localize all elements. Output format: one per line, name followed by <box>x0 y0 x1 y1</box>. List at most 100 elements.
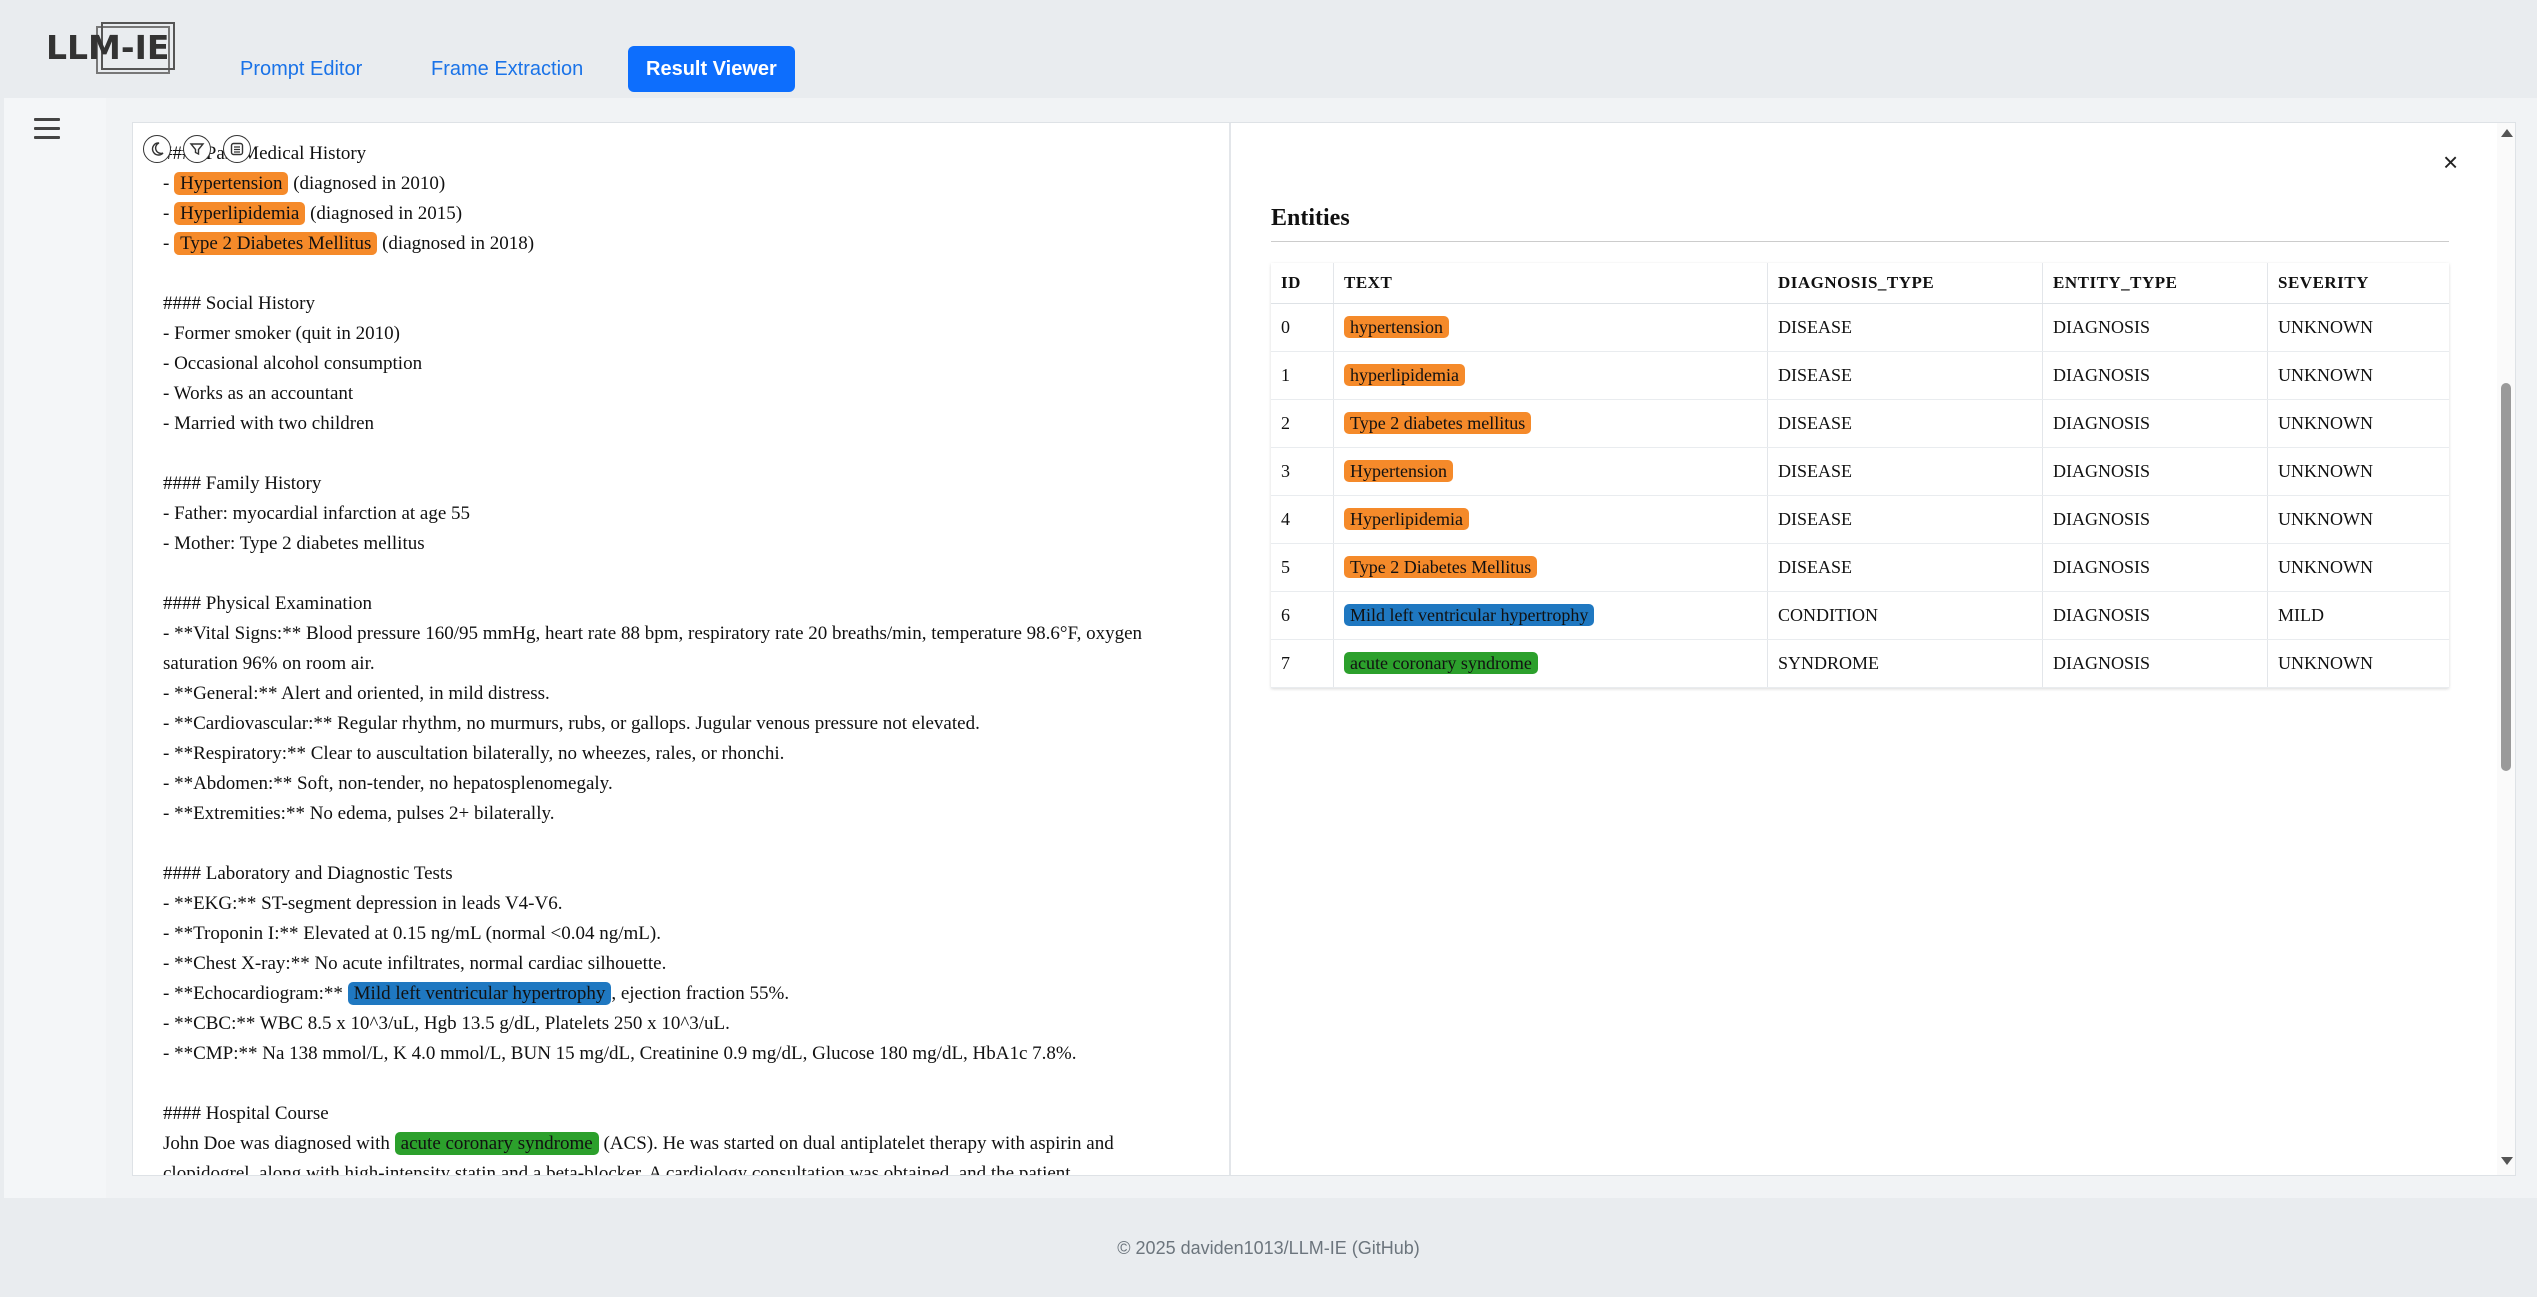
text-segment: - Occasional alcohol consumption <box>163 353 423 374</box>
close-icon[interactable]: × <box>2443 147 2458 178</box>
entity-tag[interactable]: hyperlipidemia <box>1344 364 1465 386</box>
tab-frame-extraction[interactable]: Frame Extraction <box>413 46 601 92</box>
entities-table-body: 0 hypertension DISEASE DIAGNOSIS UNKNOWN 1 hyp… <box>1271 303 2449 688</box>
cell-diagnosis-type: DISEASE <box>1767 543 2043 592</box>
column-header-severity[interactable]: SEVERITY <box>2267 263 2449 304</box>
document-line: - **Cardiovascular:** Regular rhythm, no… <box>163 709 1213 739</box>
text-segment: , ejection fraction 55%. <box>611 983 790 1004</box>
table-row[interactable]: 7 acute coronary syndrome SYNDROME DIAGNOSI… <box>1271 639 2449 688</box>
hamburger-menu-icon[interactable] <box>34 118 60 140</box>
cell-id: 4 <box>1271 495 1334 544</box>
cell-diagnosis-type: CONDITION <box>1767 591 2043 640</box>
table-row[interactable]: 2 Type 2 diabetes mellitus DISEASE DIAGNOSI… <box>1271 399 2449 448</box>
tab-prompt-editor[interactable]: Prompt Editor <box>222 46 380 92</box>
document-line: - **Troponin I:** Elevated at 0.15 ng/mL… <box>163 919 1213 949</box>
entities-title: Entities <box>1271 205 1350 231</box>
column-header-id[interactable]: ID <box>1271 263 1334 304</box>
entity-tag[interactable]: Hyperlipidemia <box>1344 508 1469 530</box>
cell-diagnosis-type: DISEASE <box>1767 495 2043 544</box>
list-icon[interactable] <box>223 135 251 163</box>
entity-highlight[interactable]: Hypertension <box>174 172 289 195</box>
cell-diagnosis-type: DISEASE <box>1767 447 2043 496</box>
cell-entity-type: DIAGNOSIS <box>2042 543 2268 592</box>
cell-text: Type 2 Diabetes Mellitus <box>1333 543 1768 592</box>
column-header-diagnosis-type[interactable]: DIAGNOSIS_TYPE <box>1767 263 2043 304</box>
text-segment: #### Hospital Course <box>163 1103 329 1124</box>
scrollbar-thumb[interactable] <box>2501 383 2511 771</box>
document-line: - Hypertension (diagnosed in 2010) <box>163 169 1213 199</box>
moon-icon[interactable] <box>143 135 171 163</box>
document-line: - Works as an accountant <box>163 379 1213 409</box>
entity-highlight[interactable]: Type 2 Diabetes Mellitus <box>174 232 378 255</box>
document-line: - Mother: Type 2 diabetes mellitus <box>163 529 1213 559</box>
entity-tag[interactable]: acute coronary syndrome <box>1344 652 1538 674</box>
entities-panel: × Entities ID TEXT DIAGNOSIS_TYPE ENTITY… <box>1231 123 2497 1175</box>
cell-entity-type: DIAGNOSIS <box>2042 495 2268 544</box>
entity-tag[interactable]: Type 2 diabetes mellitus <box>1344 412 1532 434</box>
entity-tag[interactable]: Hypertension <box>1344 460 1453 482</box>
cell-diagnosis-type: DISEASE <box>1767 303 2043 352</box>
cell-severity: UNKNOWN <box>2267 351 2449 400</box>
table-row[interactable]: 6 Mild left ventricular hypertrophy CONDIT… <box>1271 591 2449 640</box>
text-segment: - **Troponin I:** Elevated at 0.15 ng/mL… <box>163 923 661 944</box>
document-line: - Type 2 Diabetes Mellitus (diagnosed in… <box>163 229 1213 259</box>
entity-highlight[interactable]: acute coronary syndrome <box>394 1132 599 1155</box>
text-segment: - **Abdomen:** Soft, non-tender, no hepa… <box>163 773 613 794</box>
table-row[interactable]: 4 Hyperlipidemia DISEASE DIAGNOSIS UNKNOWN <box>1271 495 2449 544</box>
document-pane: #### Past Medical History - Hypertension … <box>133 123 1231 1175</box>
column-header-entity-type[interactable]: ENTITY_TYPE <box>2042 263 2268 304</box>
document-line: #### Past Medical History <box>163 139 1213 169</box>
document-line: - **Chest X-ray:** No acute infiltrates,… <box>163 949 1213 979</box>
document-text: #### Past Medical History - Hypertension … <box>163 139 1213 1175</box>
text-segment: (diagnosed in 2010) <box>288 173 446 194</box>
document-line: - **Echocardiogram:** Mild left ventricu… <box>163 979 1213 1009</box>
filter-icon[interactable] <box>183 135 211 163</box>
entity-tag[interactable]: Type 2 Diabetes Mellitus <box>1344 556 1538 578</box>
cell-id: 1 <box>1271 351 1334 400</box>
text-segment: #### Family History <box>163 473 322 494</box>
text-segment: - **Vital Signs:** Blood pressure 160/95… <box>163 623 1143 674</box>
text-segment: #### Physical Examination <box>163 593 372 614</box>
entity-highlight[interactable]: Hyperlipidemia <box>174 202 306 225</box>
llm-ie-logo: LLM-IE <box>46 20 176 74</box>
text-segment: (diagnosed in 2018) <box>377 233 535 254</box>
cell-severity: UNKNOWN <box>2267 495 2449 544</box>
tab-result-viewer[interactable]: Result Viewer <box>628 46 795 92</box>
table-row[interactable]: 3 Hypertension DISEASE DIAGNOSIS UNKNOWN <box>1271 447 2449 496</box>
cell-severity: UNKNOWN <box>2267 303 2449 352</box>
cell-entity-type: DIAGNOSIS <box>2042 303 2268 352</box>
cell-severity: MILD <box>2267 591 2449 640</box>
entity-tag[interactable]: hypertension <box>1344 316 1449 338</box>
cell-severity: UNKNOWN <box>2267 543 2449 592</box>
text-segment: - Works as an accountant <box>163 383 354 404</box>
scroll-down-icon[interactable] <box>2501 1157 2513 1165</box>
document-line: - Father: myocardial infarction at age 5… <box>163 499 1213 529</box>
text-segment: - Married with two children <box>163 413 375 434</box>
document-line: John Doe was diagnosed with acute corona… <box>163 1129 1213 1159</box>
table-row[interactable]: 5 Type 2 Diabetes Mellitus DISEASE DIAGNOSI… <box>1271 543 2449 592</box>
text-segment: - Mother: Type 2 diabetes mellitus <box>163 533 425 554</box>
cell-text: Hypertension <box>1333 447 1768 496</box>
cell-id: 5 <box>1271 543 1334 592</box>
table-row[interactable]: 0 hypertension DISEASE DIAGNOSIS UNKNOWN <box>1271 303 2449 352</box>
scrollbar[interactable] <box>2497 123 2515 1175</box>
cell-entity-type: DIAGNOSIS <box>2042 591 2268 640</box>
document-line: - Hyperlipidemia (diagnosed in 2015) <box>163 199 1213 229</box>
entity-highlight[interactable]: Mild left ventricular hypertrophy <box>347 982 612 1005</box>
text-segment: (ACS). He was started on dual antiplatel… <box>598 1133 1114 1154</box>
cell-text: Type 2 diabetes mellitus <box>1333 399 1768 448</box>
entity-tag[interactable]: Mild left ventricular hypertrophy <box>1344 604 1595 626</box>
text-segment: clopidogrel, along with high-intensity s… <box>163 1163 1071 1175</box>
column-header-text[interactable]: TEXT <box>1333 263 1768 304</box>
table-row[interactable]: 1 hyperlipidemia DISEASE DIAGNOSIS UNKNOWN <box>1271 351 2449 400</box>
cell-entity-type: DIAGNOSIS <box>2042 639 2268 688</box>
cell-entity-type: DIAGNOSIS <box>2042 447 2268 496</box>
document-line: clopidogrel, along with high-intensity s… <box>163 1159 1213 1175</box>
text-segment: - **CMP:** Na 138 mmol/L, K 4.0 mmol/L, … <box>163 1043 1077 1064</box>
text-segment: - **General:** Alert and oriented, in mi… <box>163 683 550 704</box>
cell-text: Mild left ventricular hypertrophy <box>1333 591 1768 640</box>
scroll-up-icon[interactable] <box>2501 129 2513 137</box>
